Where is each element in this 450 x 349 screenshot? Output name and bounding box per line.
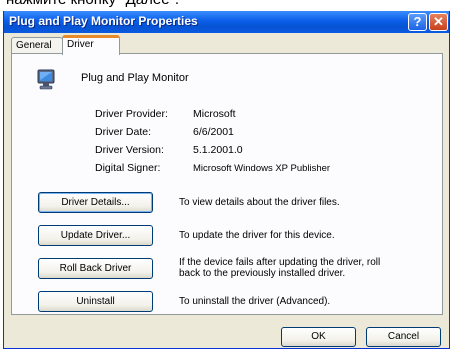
roll-back-driver-button[interactable]: Roll Back Driver [38, 258, 153, 279]
driver-date-label: Driver Date: [95, 126, 152, 138]
device-name: Plug and Play Monitor [81, 72, 189, 84]
roll-back-description-line2: back to the previously installed driver. [179, 268, 346, 279]
driver-version-label: Driver Version: [95, 144, 164, 156]
digital-signer-label: Digital Signer: [95, 162, 161, 174]
roll-back-description-line1: If the device fails after updating the d… [179, 257, 381, 268]
cancel-button[interactable]: Cancel [366, 327, 441, 347]
driver-date-value: 6/6/2001 [193, 126, 234, 138]
driver-details-description: To view details about the driver files. [179, 197, 340, 208]
update-driver-button[interactable]: Update Driver... [38, 225, 153, 246]
driver-tab-panel: Plug and Play Monitor Driver Provider: M… [11, 53, 443, 315]
title-bar[interactable]: Plug and Play Monitor Properties ? ✕ [4, 11, 449, 33]
uninstall-button[interactable]: Uninstall [38, 291, 153, 312]
update-driver-description: To update the driver for this device. [179, 230, 335, 241]
help-button[interactable]: ? [408, 13, 427, 31]
driver-version-value: 5.1.2001.0 [193, 144, 243, 156]
driver-details-button[interactable]: Driver Details... [38, 192, 153, 213]
digital-signer-value: Microsoft Windows XP Publisher [193, 163, 331, 174]
tab-driver[interactable]: Driver [62, 35, 120, 55]
caption-text: нажмите кнопку "Далее". [6, 0, 179, 8]
close-button[interactable]: ✕ [429, 13, 448, 31]
driver-provider-label: Driver Provider: [95, 108, 168, 120]
tab-general[interactable]: General [11, 37, 63, 54]
driver-provider-value: Microsoft [193, 108, 236, 120]
properties-dialog: Plug and Play Monitor Properties ? ✕ Gen… [3, 11, 450, 349]
ok-button[interactable]: OK [281, 327, 356, 347]
uninstall-description: To uninstall the driver (Advanced). [179, 296, 331, 307]
window-title: Plug and Play Monitor Properties [9, 14, 198, 28]
monitor-icon [37, 69, 55, 90]
